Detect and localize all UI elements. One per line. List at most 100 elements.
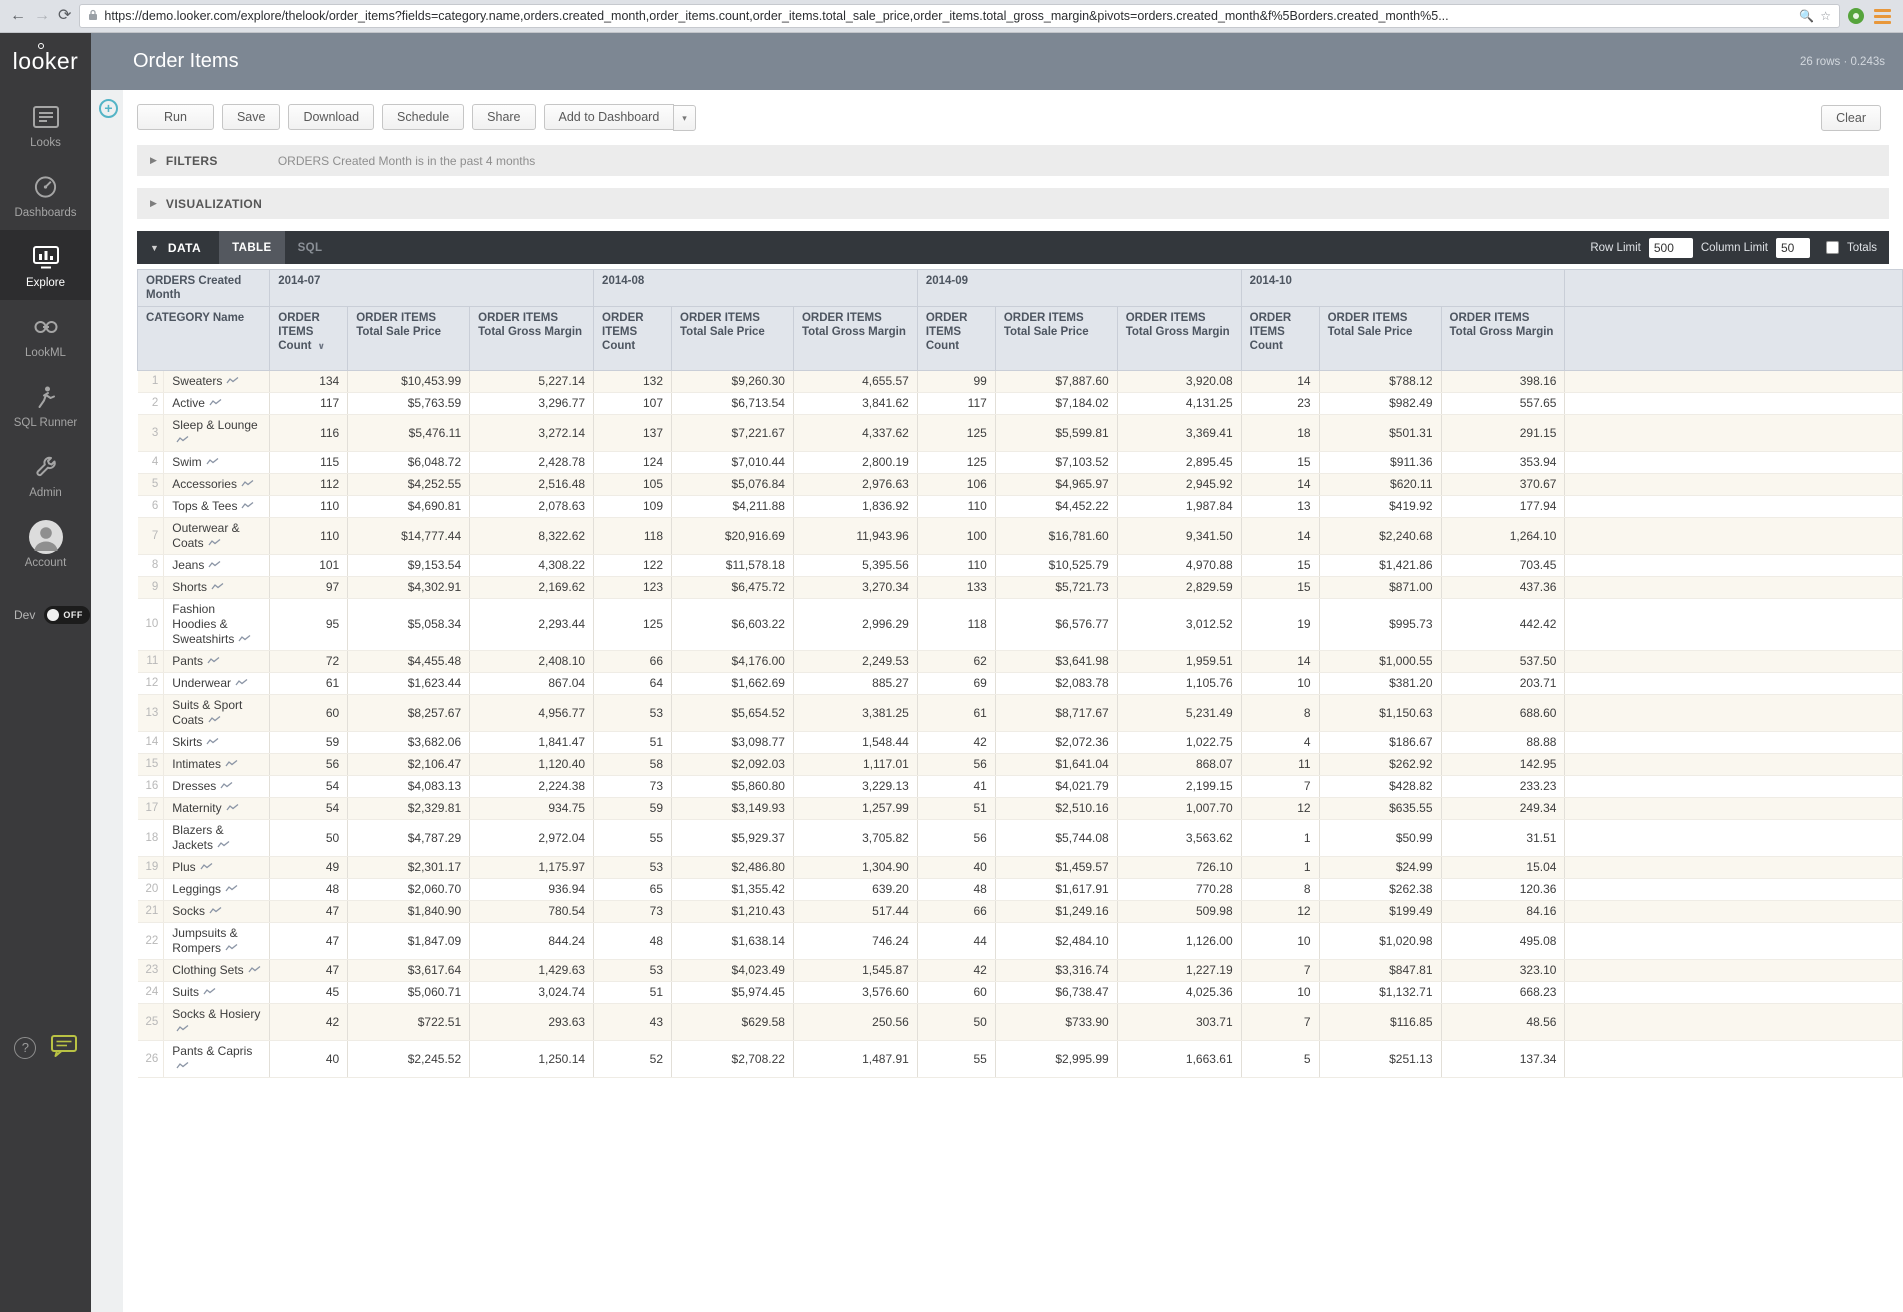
value-cell[interactable]: $4,455.48 [348,651,470,673]
value-cell[interactable]: 5,395.56 [793,555,917,577]
category-cell[interactable]: Maternity [164,798,270,820]
value-cell[interactable]: $847.81 [1319,960,1441,982]
value-cell[interactable]: 124 [594,452,672,474]
value-cell[interactable]: $7,103.52 [995,452,1117,474]
value-cell[interactable]: 60 [917,982,995,1004]
value-cell[interactable]: 3,705.82 [793,820,917,857]
value-cell[interactable]: $3,682.06 [348,732,470,754]
value-cell[interactable]: 62 [917,651,995,673]
value-cell[interactable]: 59 [270,732,348,754]
add-to-dashboard-menu-button[interactable]: ▾ [673,105,696,131]
value-cell[interactable]: 115 [270,452,348,474]
value-cell[interactable]: 688.60 [1441,695,1565,732]
value-cell[interactable]: 3,272.14 [470,415,594,452]
sidebar-item-admin[interactable]: Admin [0,440,91,510]
category-cell[interactable]: Sweaters [164,371,270,393]
value-cell[interactable]: $6,603.22 [672,599,794,651]
category-cell[interactable]: Clothing Sets [164,960,270,982]
value-cell[interactable]: 99 [917,371,995,393]
value-cell[interactable]: $982.49 [1319,393,1441,415]
category-cell[interactable]: Jeans [164,555,270,577]
value-cell[interactable]: 100 [917,518,995,555]
category-cell[interactable]: Socks & Hosiery [164,1004,270,1041]
value-cell[interactable]: $5,763.59 [348,393,470,415]
value-cell[interactable]: $1,421.86 [1319,555,1441,577]
value-cell[interactable]: 2,800.19 [793,452,917,474]
category-cell[interactable]: Underwear [164,673,270,695]
dimension-header[interactable]: CATEGORY Name [138,307,270,371]
value-cell[interactable]: 41 [917,776,995,798]
value-cell[interactable]: 47 [270,901,348,923]
value-cell[interactable]: 73 [594,901,672,923]
value-cell[interactable]: 323.10 [1441,960,1565,982]
value-cell[interactable]: $2,106.47 [348,754,470,776]
value-cell[interactable]: 48 [917,879,995,901]
value-cell[interactable]: 72 [270,651,348,673]
tab-table[interactable]: TABLE [219,231,284,264]
value-cell[interactable]: 3,296.77 [470,393,594,415]
value-cell[interactable]: $1,000.55 [1319,651,1441,673]
value-cell[interactable]: 137 [594,415,672,452]
value-cell[interactable]: 73 [594,776,672,798]
value-cell[interactable]: 353.94 [1441,452,1565,474]
value-cell[interactable]: $10,453.99 [348,371,470,393]
value-cell[interactable]: $10,525.79 [995,555,1117,577]
value-cell[interactable]: 233.23 [1441,776,1565,798]
category-cell[interactable]: Suits & Sport Coats [164,695,270,732]
value-cell[interactable]: $1,150.63 [1319,695,1441,732]
value-cell[interactable]: 43 [594,1004,672,1041]
category-cell[interactable]: Jumpsuits & Rompers [164,923,270,960]
value-cell[interactable]: 133 [917,577,995,599]
value-cell[interactable]: 2,972.04 [470,820,594,857]
value-cell[interactable]: 142.95 [1441,754,1565,776]
value-cell[interactable]: 3,841.62 [793,393,917,415]
category-cell[interactable]: Pants [164,651,270,673]
value-cell[interactable]: 53 [594,695,672,732]
value-cell[interactable]: 105 [594,474,672,496]
value-cell[interactable]: $419.92 [1319,496,1441,518]
value-cell[interactable]: 2,945.92 [1117,474,1241,496]
value-cell[interactable]: 2,199.15 [1117,776,1241,798]
value-cell[interactable]: 19 [1241,599,1319,651]
measure-header[interactable]: ORDER ITEMS Total Gross Margin [793,307,917,371]
category-cell[interactable]: Blazers & Jackets [164,820,270,857]
value-cell[interactable]: 7 [1241,776,1319,798]
value-cell[interactable]: 398.16 [1441,371,1565,393]
value-cell[interactable]: 66 [594,651,672,673]
value-cell[interactable]: $2,510.16 [995,798,1117,820]
value-cell[interactable]: 3,381.25 [793,695,917,732]
value-cell[interactable]: 88.88 [1441,732,1565,754]
measure-header[interactable]: ORDER ITEMS Total Sale Price [348,307,470,371]
value-cell[interactable]: $1,641.04 [995,754,1117,776]
value-cell[interactable]: 1,429.63 [470,960,594,982]
totals-checkbox[interactable] [1826,241,1839,254]
category-cell[interactable]: Suits [164,982,270,1004]
chat-icon[interactable] [51,1035,77,1060]
value-cell[interactable]: 118 [917,599,995,651]
visualization-section-bar[interactable]: ▶ VISUALIZATION [137,188,1889,219]
value-cell[interactable]: 4 [1241,732,1319,754]
value-cell[interactable]: $501.31 [1319,415,1441,452]
value-cell[interactable]: 11,943.96 [793,518,917,555]
value-cell[interactable]: 639.20 [793,879,917,901]
value-cell[interactable]: 120.36 [1441,879,1565,901]
value-cell[interactable]: 1 [1241,857,1319,879]
value-cell[interactable]: 1,304.90 [793,857,917,879]
value-cell[interactable]: 1,548.44 [793,732,917,754]
share-button[interactable]: Share [472,104,535,130]
bookmark-star-icon[interactable]: ☆ [1820,9,1831,23]
value-cell[interactable]: $8,257.67 [348,695,470,732]
value-cell[interactable]: 3,270.34 [793,577,917,599]
value-cell[interactable]: 203.71 [1441,673,1565,695]
value-cell[interactable]: $1,638.14 [672,923,794,960]
value-cell[interactable]: $3,641.98 [995,651,1117,673]
column-limit-input[interactable] [1776,238,1810,258]
category-cell[interactable]: Accessories [164,474,270,496]
category-cell[interactable]: Sleep & Lounge [164,415,270,452]
value-cell[interactable]: 55 [594,820,672,857]
value-cell[interactable]: 4,655.57 [793,371,917,393]
looker-logo[interactable]: looker [0,33,91,90]
value-cell[interactable]: 177.94 [1441,496,1565,518]
value-cell[interactable]: 23 [1241,393,1319,415]
value-cell[interactable]: 55 [917,1041,995,1078]
